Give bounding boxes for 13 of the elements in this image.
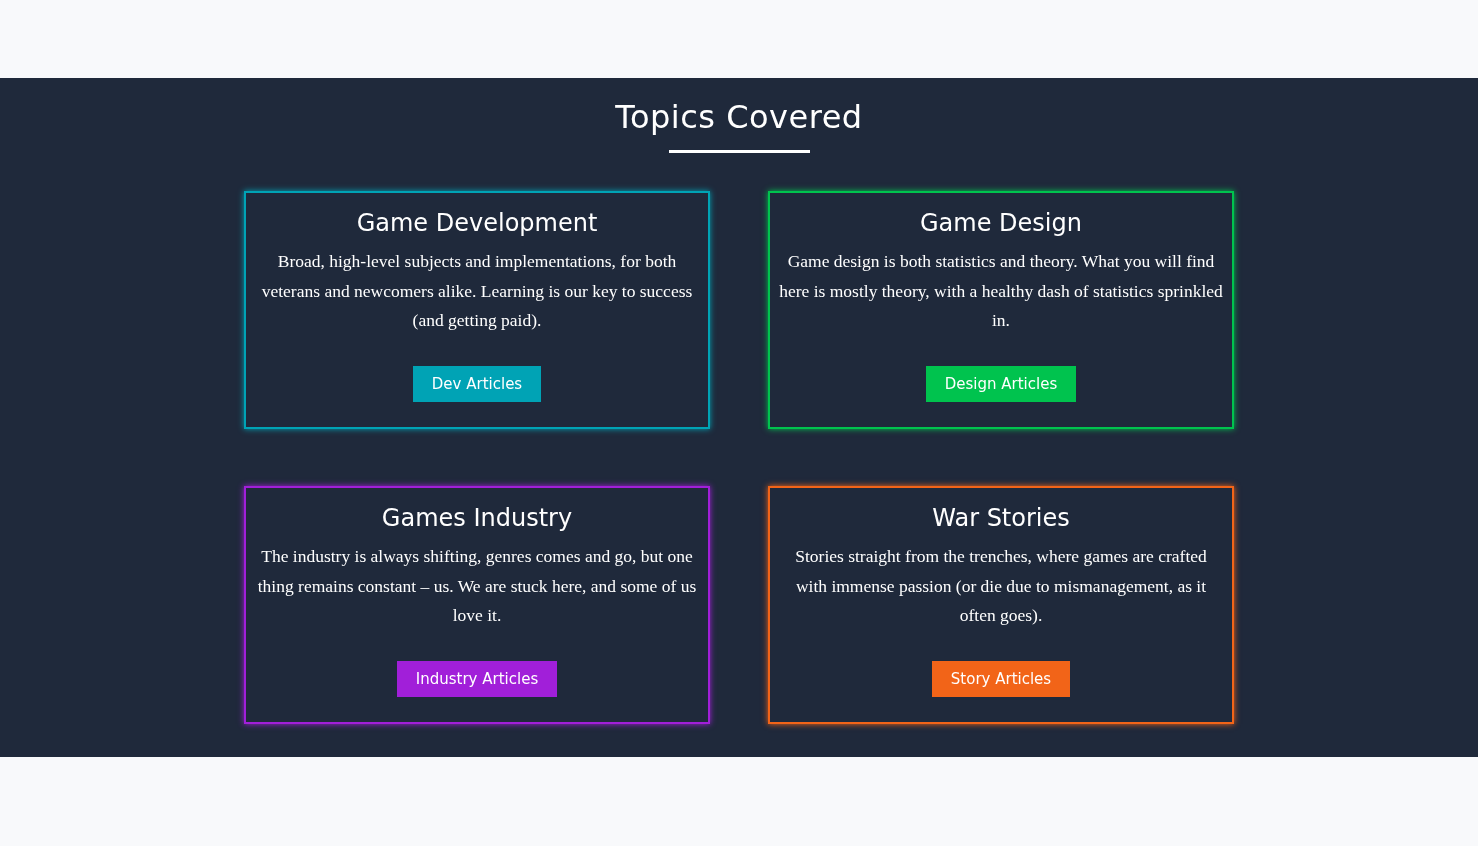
card-title: Games Industry — [381, 504, 573, 532]
card-description: Broad, high-level subjects and implementations, for both veterans and newcomers alike. Learning is our key to success (and getting paid). — [260, 250, 694, 332]
section-title: Topics Covered — [615, 98, 863, 136]
card-title: Game Design — [920, 209, 1082, 237]
articles-button[interactable]: Story Articles — [931, 661, 1071, 697]
articles-button[interactable]: Design Articles — [925, 366, 1077, 402]
articles-button[interactable]: Dev Articles — [412, 366, 542, 402]
card-description: The industry is always shifting, genres comes and go, but one thing remains constant – us. We are stuck here, and some of us love it. — [256, 545, 698, 627]
card-description: Stories straight from the trenches, where games are crafted with immense passion (or die due to mismanagement, as it often goes). — [794, 545, 1208, 627]
card-title: War Stories — [932, 504, 1070, 532]
card-title: Game Development — [356, 209, 598, 237]
card-description: Game design is both statistics and theory. What you will find here is mostly theory, with a healthy dash of statistics sprinkled in. — [778, 250, 1224, 332]
articles-button[interactable]: Industry Articles — [396, 661, 558, 697]
